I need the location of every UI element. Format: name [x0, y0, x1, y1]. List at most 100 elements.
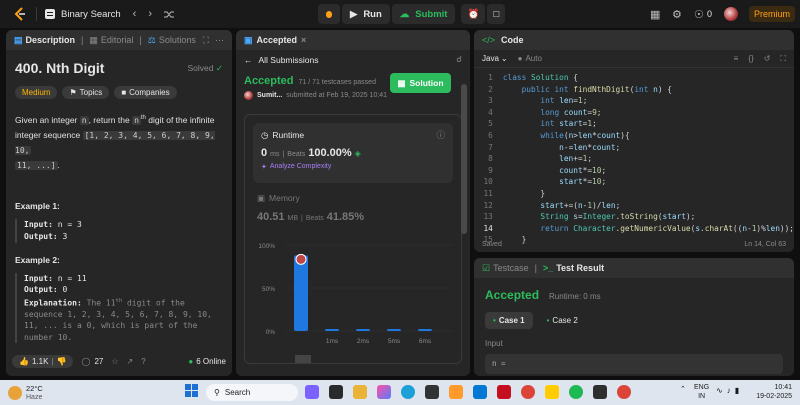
- layout-grid-icon[interactable]: ▦: [650, 8, 660, 21]
- streak-fire-icon[interactable]: ☉: [694, 8, 704, 21]
- line-number: 11: [483, 188, 493, 198]
- timer-button[interactable]: ⏰: [461, 4, 486, 24]
- leetcode-logo-icon[interactable]: [12, 6, 28, 22]
- fullscreen-icon[interactable]: ⛶: [780, 54, 786, 64]
- file-explorer-icon[interactable]: [353, 385, 367, 399]
- testcases-passed: 71 / 71 testcases passed: [298, 79, 376, 86]
- expand-icon[interactable]: ⛶: [203, 35, 209, 46]
- username[interactable]: Sumit...: [257, 92, 282, 99]
- tab-solutions[interactable]: ⚖ Solutions: [148, 35, 196, 46]
- solution-button[interactable]: ▦ Solution: [390, 73, 451, 93]
- problem-title[interactable]: 400. Nth Digit: [15, 60, 104, 76]
- problem-list-title[interactable]: Binary Search: [61, 9, 121, 20]
- x-tick-label: 1ms: [326, 338, 339, 345]
- code-editor[interactable]: 1 2 3 4 5 6 7 8 9 10 11 12 13 14 15 class Solution { p…: [474, 68, 794, 246]
- app-orange-icon[interactable]: [449, 385, 463, 399]
- language-indicator[interactable]: ENG IN: [694, 383, 709, 401]
- y-tick-label: 50%: [262, 286, 275, 293]
- volume-icon: ♪: [726, 386, 731, 395]
- document-icon: ▤: [14, 34, 23, 45]
- app-icon[interactable]: [305, 385, 319, 399]
- chrome-profile-icon[interactable]: [617, 385, 631, 399]
- line-number: 13: [483, 212, 493, 222]
- submit-button[interactable]: ☁ Submit: [391, 4, 456, 24]
- runtime-bar-6ms[interactable]: [418, 329, 432, 331]
- scrollbar[interactable]: [461, 84, 467, 234]
- edge-icon[interactable]: [401, 385, 415, 399]
- copilot-icon[interactable]: [377, 385, 391, 399]
- debug-button[interactable]: [318, 4, 340, 24]
- run-button[interactable]: ▶ Run: [342, 4, 390, 24]
- runtime-bar-2ms[interactable]: [356, 329, 370, 331]
- bracket-icon[interactable]: {}: [748, 54, 753, 63]
- mcafee-icon[interactable]: [497, 385, 511, 399]
- share-icon[interactable]: ↗: [127, 357, 134, 366]
- companies-button[interactable]: ■ Companies: [114, 86, 177, 99]
- like-button[interactable]: 👍 1.1K | 👎: [12, 354, 74, 368]
- weather-widget[interactable]: 22°C Haze: [8, 384, 43, 402]
- chevron-left-icon[interactable]: ‹: [133, 8, 137, 20]
- code-text[interactable]: class Solution { public int findNthDigit…: [493, 72, 794, 246]
- run-label: Run: [363, 8, 382, 20]
- taskbar-search-box[interactable]: ⚲ Search: [206, 384, 298, 401]
- tab-accepted[interactable]: ▣ Accepted ×: [244, 35, 306, 46]
- mail-icon[interactable]: [473, 385, 487, 399]
- link-icon: ☌: [456, 54, 462, 64]
- avatar[interactable]: [724, 7, 738, 21]
- runtime-card[interactable]: ◷ Runtime ⓘ 0 ms | Beats 100.00% ◈ ✦ Analy…: [253, 123, 453, 183]
- case-1-tab[interactable]: • Case 1: [485, 312, 533, 329]
- submitted-time: submitted at Feb 19, 2025 10:41: [286, 92, 388, 99]
- info-icon: ⓘ: [436, 130, 445, 140]
- result-panel: ☑ Testcase | >_ Test Result Accepted Runti…: [474, 258, 794, 376]
- memory-header[interactable]: ▣ Memory: [257, 193, 449, 204]
- language-select[interactable]: Java ⌄: [482, 54, 508, 63]
- favorite-star-icon[interactable]: ☆: [111, 357, 118, 366]
- tab-description[interactable]: ▤ Description: [14, 35, 75, 46]
- tray-chevron-icon[interactable]: ⌃: [680, 385, 686, 393]
- online-count: ● 6 Online: [188, 356, 226, 366]
- settings-gear-icon[interactable]: ⚙: [672, 8, 682, 21]
- notes-button[interactable]: □: [487, 4, 506, 24]
- example-2-title: Example 2:: [15, 254, 60, 265]
- tab-test-result[interactable]: >_ Test Result: [543, 263, 604, 273]
- tray-icons[interactable]: ∿ ♪ ▮: [716, 386, 739, 395]
- analyze-complexity-link[interactable]: ✦ Analyze Complexity: [261, 163, 445, 171]
- app-yellow-icon[interactable]: [545, 385, 559, 399]
- shuffle-icon[interactable]: [164, 10, 175, 19]
- all-submissions-link[interactable]: ← All Submissions ☌: [236, 50, 470, 69]
- auto-toggle[interactable]: ● Auto: [518, 54, 542, 63]
- tab-editorial[interactable]: ▦ Editorial: [89, 35, 133, 46]
- task-view-icon[interactable]: [329, 385, 343, 399]
- runtime-bar-1ms[interactable]: [325, 329, 339, 331]
- topics-button[interactable]: ⚑ Topics: [62, 86, 110, 99]
- problem-description: Given an integer n, return the n th digit…: [15, 114, 215, 170]
- comments-button[interactable]: ◯ 27: [81, 357, 103, 366]
- runtime-bar-0ms[interactable]: [294, 255, 308, 331]
- windows-start-icon[interactable]: [185, 384, 199, 398]
- runtime-bar-5ms[interactable]: [387, 329, 401, 331]
- reset-icon[interactable]: ↺: [764, 54, 771, 63]
- store-icon[interactable]: [425, 385, 439, 399]
- chrome-icon[interactable]: [521, 385, 535, 399]
- chevron-right-icon[interactable]: ›: [148, 8, 152, 20]
- lock-icon: ■: [121, 88, 127, 97]
- y-tick-label: 0%: [266, 329, 276, 336]
- tab-code[interactable]: Code: [501, 35, 524, 45]
- divider: [36, 7, 37, 21]
- close-icon[interactable]: ×: [301, 35, 306, 45]
- app-dark-icon[interactable]: [593, 385, 607, 399]
- clock[interactable]: 10:41 19-02-2025: [752, 383, 792, 401]
- memory-beats: 41.85%: [326, 211, 365, 223]
- help-icon[interactable]: ?: [141, 357, 145, 366]
- spotify-icon[interactable]: [569, 385, 583, 399]
- solved-status: Solved ✓: [187, 62, 224, 73]
- problem-list-icon[interactable]: [45, 9, 55, 19]
- case-2-tab[interactable]: • Case 2: [539, 312, 586, 329]
- clock-icon: ◷: [261, 129, 269, 140]
- premium-button[interactable]: Premium: [749, 6, 795, 22]
- more-icon[interactable]: ⋯: [215, 35, 224, 46]
- tab-testcase[interactable]: ☑ Testcase: [482, 263, 529, 274]
- format-icon[interactable]: ≡: [734, 54, 739, 63]
- runtime-beats: 100.00%: [308, 147, 352, 159]
- code-toolbar: Java ⌄ ● Auto ≡ {} ↺ ⛶: [474, 50, 794, 68]
